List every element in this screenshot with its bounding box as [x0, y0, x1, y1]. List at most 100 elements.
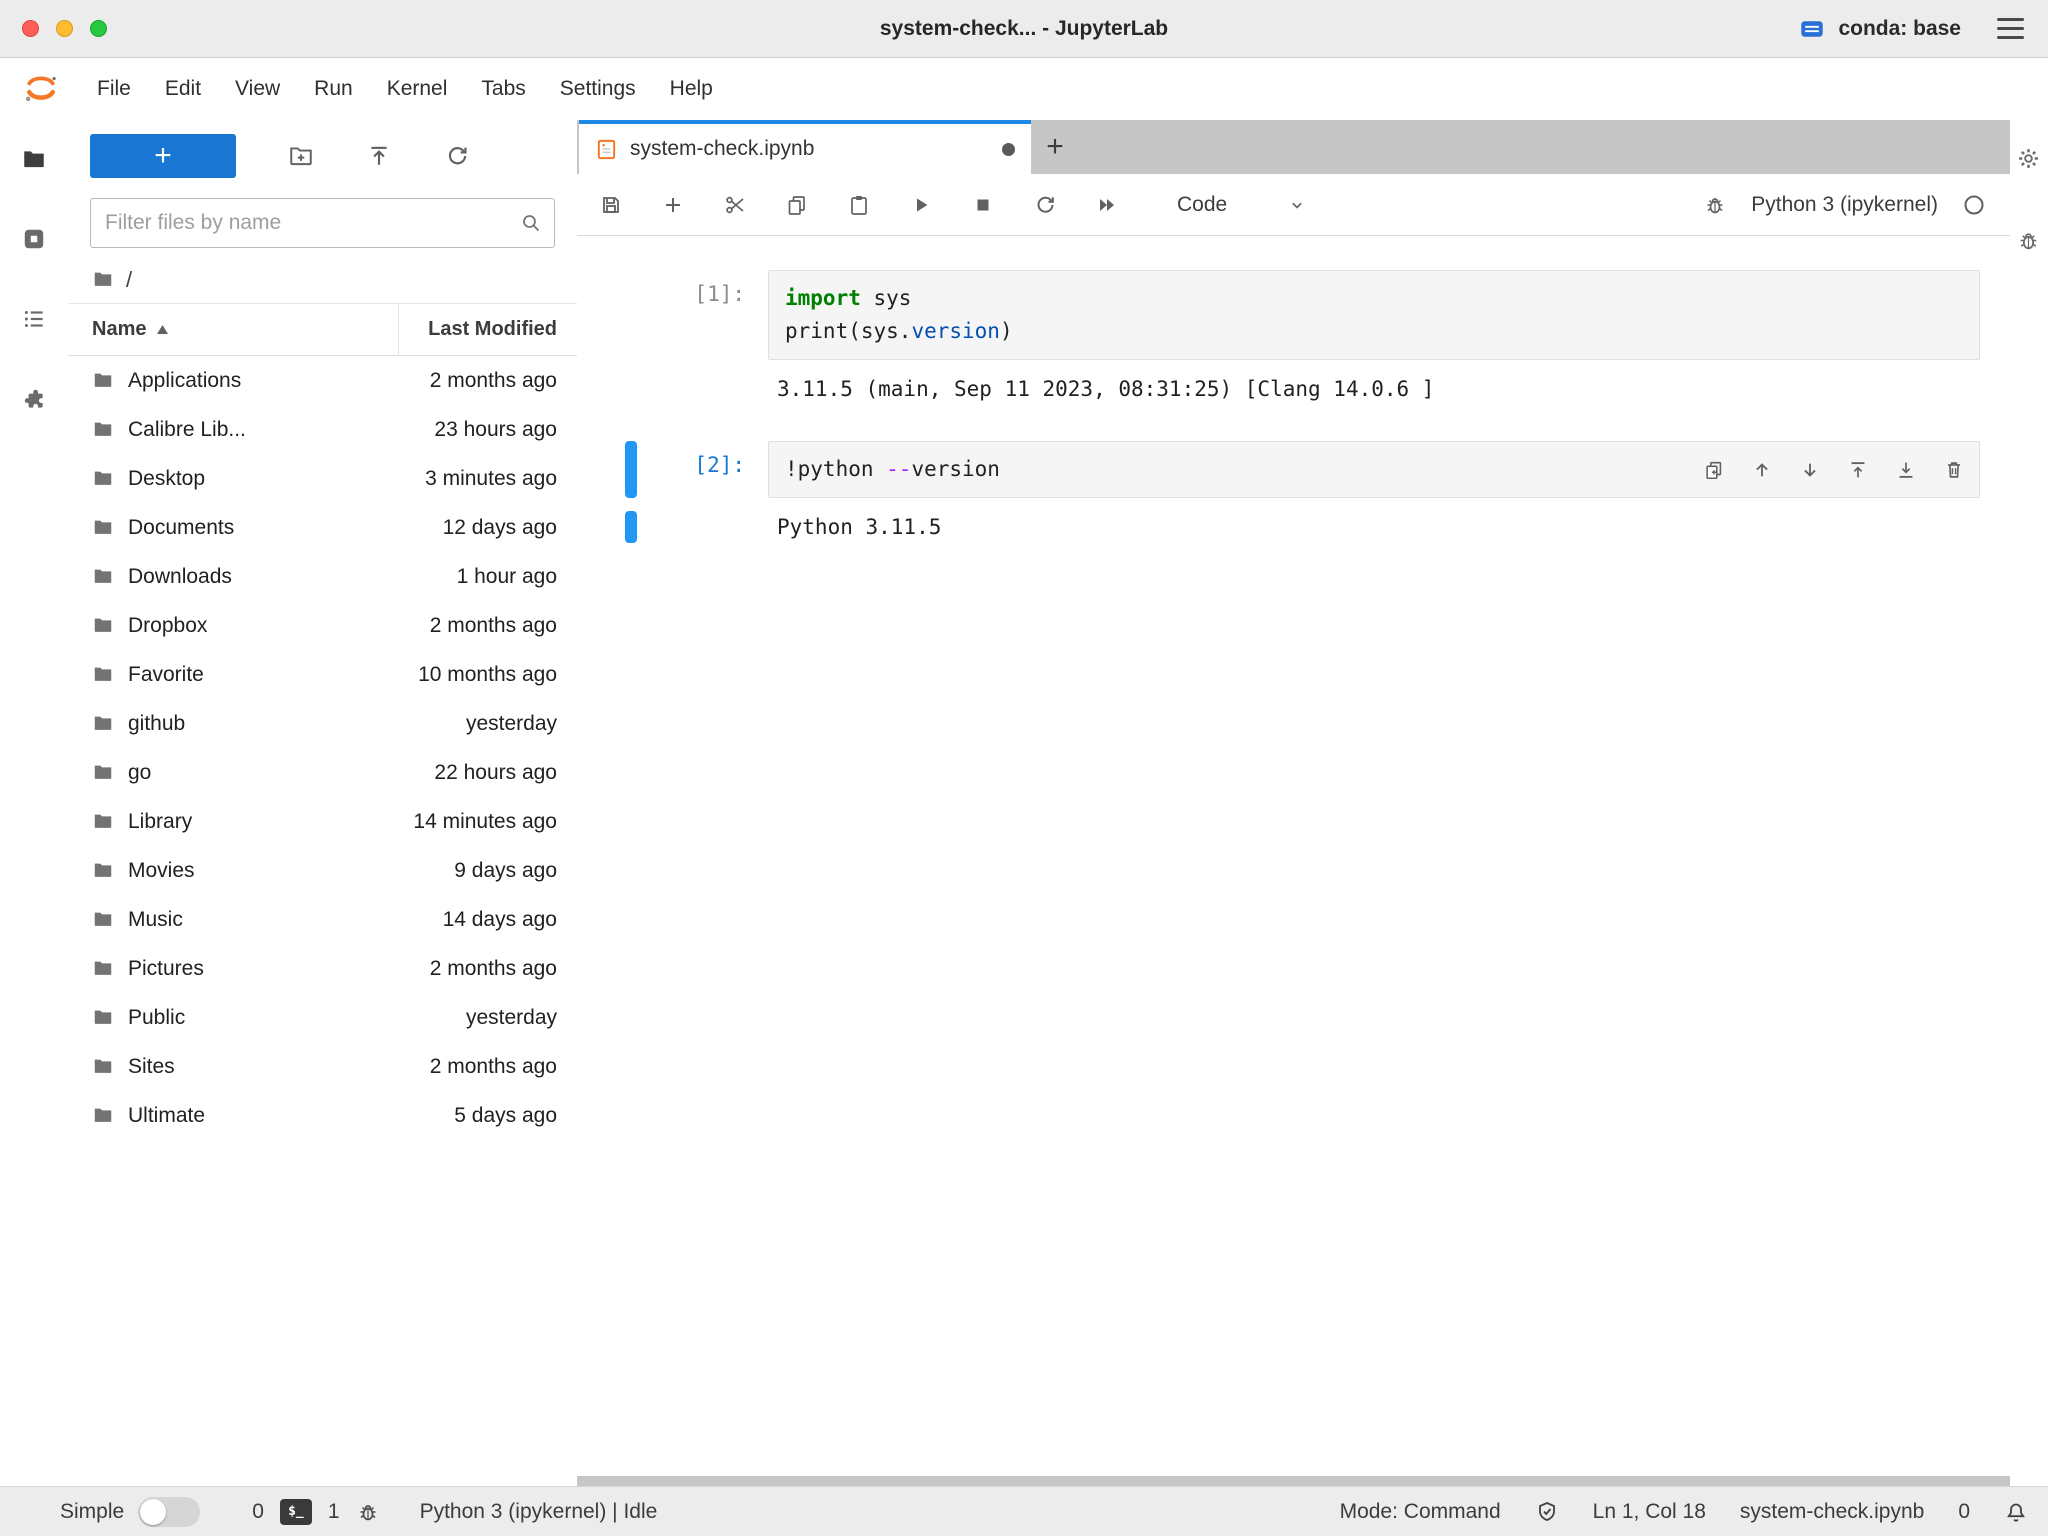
restart-run-all-icon[interactable]: [1095, 193, 1119, 217]
file-modified: 9 days ago: [454, 859, 577, 883]
close-window-button[interactable]: [22, 20, 39, 37]
cell-1-output-collapser[interactable]: [625, 373, 637, 405]
list-item[interactable]: Pictures2 months ago: [68, 944, 577, 993]
column-header-name[interactable]: Name: [68, 318, 398, 341]
list-item[interactable]: Movies9 days ago: [68, 846, 577, 895]
debugger-icon[interactable]: [1703, 193, 1727, 217]
copy-cells-icon[interactable]: [785, 193, 809, 217]
save-icon[interactable]: [599, 193, 623, 217]
trust-shield-icon[interactable]: [1535, 1500, 1559, 1524]
list-item[interactable]: Library14 minutes ago: [68, 797, 577, 846]
upload-icon[interactable]: [366, 143, 392, 169]
main-dock-panel: system-check.ipynb +: [577, 120, 2010, 1486]
insert-cell-above-icon[interactable]: [1847, 459, 1869, 481]
jupyterlab-window: system-check... - JupyterLab conda: base…: [0, 0, 2048, 1536]
conda-env-label[interactable]: conda: base: [1838, 17, 1961, 41]
cell-2-editor[interactable]: !python --version: [768, 441, 1980, 498]
file-modified: 3 minutes ago: [425, 467, 577, 491]
file-name: Music: [128, 908, 183, 932]
bell-icon[interactable]: [2004, 1500, 2028, 1524]
list-item[interactable]: Ultimate5 days ago: [68, 1091, 577, 1140]
kernel-status-text[interactable]: Python 3 (ipykernel) | Idle: [420, 1500, 658, 1524]
interrupt-kernel-icon[interactable]: [971, 193, 995, 217]
list-item[interactable]: githubyesterday: [68, 699, 577, 748]
kernels-icon[interactable]: [356, 1500, 380, 1524]
folder-icon: [92, 761, 116, 785]
breadcrumb-root[interactable]: /: [126, 267, 132, 293]
workspace: + /: [0, 120, 2048, 1486]
list-item[interactable]: Downloads1 hour ago: [68, 552, 577, 601]
active-file-name[interactable]: system-check.ipynb: [1740, 1500, 1924, 1524]
tab-notebook[interactable]: system-check.ipynb: [579, 120, 1031, 174]
cell-type-dropdown[interactable]: Code: [1177, 193, 1307, 217]
folder-icon: [92, 565, 116, 589]
home-folder-icon[interactable]: [92, 268, 116, 292]
list-item[interactable]: go22 hours ago: [68, 748, 577, 797]
simple-mode-toggle[interactable]: [138, 1497, 200, 1527]
paste-cells-icon[interactable]: [847, 193, 871, 217]
list-item[interactable]: Applications 2 months ago: [68, 356, 577, 405]
kernel-name[interactable]: Python 3 (ipykernel): [1751, 193, 1938, 217]
refresh-icon[interactable]: [444, 143, 470, 169]
notifications-count[interactable]: 0: [1958, 1500, 1970, 1524]
restart-kernel-icon[interactable]: [1033, 193, 1057, 217]
move-cell-up-icon[interactable]: [1751, 459, 1773, 481]
duplicate-cell-icon[interactable]: [1703, 459, 1725, 481]
cell-2-collapser[interactable]: [625, 441, 637, 498]
run-cell-icon[interactable]: [909, 193, 933, 217]
cursor-position[interactable]: Ln 1, Col 18: [1593, 1500, 1706, 1524]
menu-file[interactable]: File: [80, 67, 148, 111]
menu-tabs[interactable]: Tabs: [464, 67, 542, 111]
cell-1-editor[interactable]: import sysprint(sys.version): [768, 270, 1980, 360]
new-tab-button[interactable]: +: [1031, 120, 1079, 174]
file-modified: 14 days ago: [443, 908, 577, 932]
file-name: Applications: [128, 369, 241, 393]
running-sessions-tab-icon[interactable]: [21, 226, 47, 252]
terminals-count[interactable]: 0: [252, 1500, 264, 1524]
new-launcher-button[interactable]: +: [90, 134, 236, 178]
command-mode-indicator[interactable]: Mode: Command: [1340, 1500, 1501, 1524]
menu-kernel[interactable]: Kernel: [370, 67, 465, 111]
zoom-window-button[interactable]: [90, 20, 107, 37]
cell-2-output-collapser[interactable]: [625, 511, 637, 543]
menu-settings[interactable]: Settings: [543, 67, 653, 111]
list-item[interactable]: Documents12 days ago: [68, 503, 577, 552]
table-of-contents-tab-icon[interactable]: [21, 306, 47, 332]
kernel-status-icon[interactable]: [1962, 193, 1986, 217]
menu-view[interactable]: View: [218, 67, 297, 111]
list-item[interactable]: Sites2 months ago: [68, 1042, 577, 1091]
menu-run[interactable]: Run: [297, 67, 370, 111]
move-cell-down-icon[interactable]: [1799, 459, 1821, 481]
file-browser-tab-icon[interactable]: [21, 146, 47, 172]
filter-files-input[interactable]: [90, 198, 555, 248]
extensions-tab-icon[interactable]: [21, 386, 47, 412]
menu-edit[interactable]: Edit: [148, 67, 218, 111]
property-inspector-tab-icon[interactable]: [2016, 146, 2042, 172]
file-modified: 2 months ago: [430, 1055, 577, 1079]
file-name: go: [128, 761, 151, 785]
list-item[interactable]: Music 14 days ago: [68, 895, 577, 944]
new-folder-icon[interactable]: [288, 143, 314, 169]
debugger-tab-icon[interactable]: [2016, 228, 2042, 254]
column-header-modified[interactable]: Last Modified: [398, 304, 577, 355]
kernels-count[interactable]: 1: [328, 1500, 340, 1524]
list-item[interactable]: Favorite10 months ago: [68, 650, 577, 699]
terminal-icon[interactable]: $_: [280, 1499, 312, 1525]
delete-cell-icon[interactable]: [1943, 459, 1965, 481]
minimize-window-button[interactable]: [56, 20, 73, 37]
file-modified: 2 months ago: [430, 369, 577, 393]
unsaved-changes-dot[interactable]: [1002, 143, 1015, 156]
cell-2-input-row[interactable]: [2]: !python --version: [577, 441, 1980, 498]
cell-1-collapser[interactable]: [625, 270, 637, 360]
list-item[interactable]: Desktop3 minutes ago: [68, 454, 577, 503]
insert-cell-below-icon[interactable]: [1895, 459, 1917, 481]
cut-cells-icon[interactable]: [723, 193, 747, 217]
list-item[interactable]: Calibre Lib...23 hours ago: [68, 405, 577, 454]
list-item[interactable]: Publicyesterday: [68, 993, 577, 1042]
insert-cell-icon[interactable]: [661, 193, 685, 217]
list-item[interactable]: Dropbox2 months ago: [68, 601, 577, 650]
hamburger-menu-icon[interactable]: [1997, 18, 2024, 39]
folder-icon: [92, 516, 116, 540]
menu-help[interactable]: Help: [653, 67, 730, 111]
cell-1-input-row[interactable]: [1]: import sysprint(sys.version): [577, 270, 1980, 360]
